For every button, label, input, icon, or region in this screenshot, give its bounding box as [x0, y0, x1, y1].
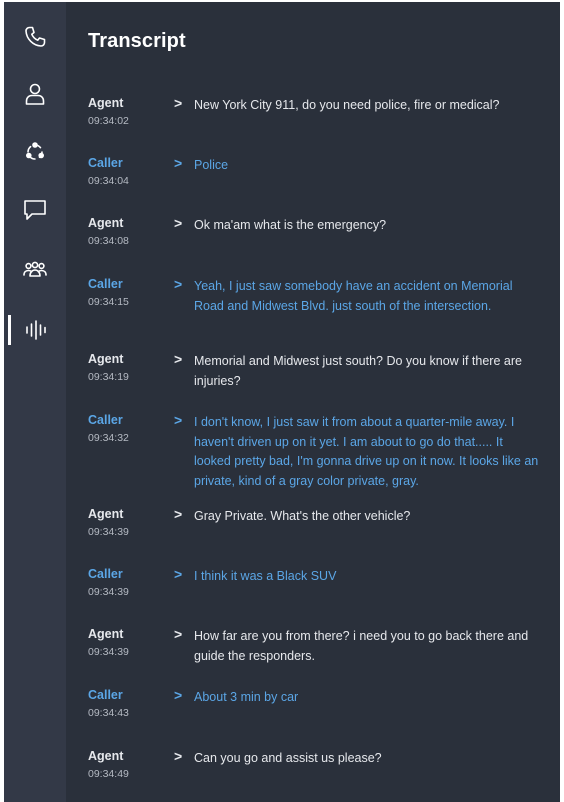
timestamp: 09:34:43 [88, 707, 129, 719]
page-title: Transcript [88, 30, 186, 52]
speaker-label: Agent [88, 96, 124, 110]
speaker-label: Agent [88, 352, 124, 366]
speaker-label: Caller [88, 277, 123, 291]
chevron-right-icon: > [174, 412, 183, 428]
speaker-label: Agent [88, 507, 124, 521]
speaker-label: Caller [88, 567, 123, 581]
chevron-right-icon: > [174, 626, 183, 642]
timestamp: 09:34:08 [88, 235, 129, 247]
sidebar-item-team[interactable] [4, 245, 66, 295]
person-icon [25, 83, 45, 105]
sidebar-item-chat[interactable] [4, 185, 66, 235]
timestamp: 09:34:19 [88, 371, 129, 383]
chevron-right-icon: > [174, 687, 183, 703]
message-text: Ok ma'am what is the emergency? [194, 218, 387, 232]
speaker-label: Caller [88, 688, 123, 702]
timestamp: 09:34:04 [88, 175, 129, 187]
sidebar-item-network[interactable] [4, 127, 66, 177]
speaker-label: Caller [88, 156, 123, 170]
chevron-right-icon: > [174, 276, 183, 292]
message-text: About 3 min by car [194, 690, 299, 704]
timestamp: 09:34:02 [88, 115, 129, 127]
chevron-right-icon: > [174, 506, 183, 522]
chevron-right-icon: > [174, 566, 183, 582]
message-text: I think it was a Black SUV [194, 569, 337, 583]
message-text: Memorial and Midwest just south? Do you … [194, 354, 522, 388]
chat-icon [24, 200, 46, 220]
group-icon [23, 261, 47, 277]
timestamp: 09:34:15 [88, 296, 129, 308]
timestamp: 09:34:39 [88, 526, 129, 538]
speaker-label: Agent [88, 216, 124, 230]
sidebar-item-profile[interactable] [4, 69, 66, 119]
message-text: I don't know, I just saw it from about a… [194, 415, 539, 488]
chevron-right-icon: > [174, 351, 183, 367]
network-icon [26, 142, 45, 160]
message-text: Can you go and assist us please? [194, 751, 382, 765]
speaker-label: Agent [88, 749, 124, 763]
transcript-panel: Transcript Agent 09:34:02 > New York Cit… [66, 2, 560, 802]
timestamp: 09:34:39 [88, 646, 129, 658]
app-window: Transcript Agent 09:34:02 > New York Cit… [4, 2, 560, 802]
chevron-right-icon: > [174, 155, 183, 171]
message-text: New York City 911, do you need police, f… [194, 98, 500, 112]
message-text: Yeah, I just saw somebody have an accide… [194, 279, 513, 313]
sidebar-item-transcript[interactable] [4, 305, 66, 355]
chevron-right-icon: > [174, 95, 183, 111]
timestamp: 09:34:49 [88, 768, 129, 780]
speaker-label: Agent [88, 627, 124, 641]
chevron-right-icon: > [174, 215, 183, 231]
speaker-label: Caller [88, 413, 123, 427]
sidebar [4, 2, 66, 802]
timestamp: 09:34:32 [88, 432, 129, 444]
message-text: How far are you from there? i need you t… [194, 629, 529, 663]
chevron-right-icon: > [174, 748, 183, 764]
message-text: Gray Private. What's the other vehicle? [194, 509, 411, 523]
waveform-icon [26, 320, 46, 340]
timestamp: 09:34:39 [88, 586, 129, 598]
message-text: Police [194, 158, 229, 172]
sidebar-item-calls[interactable] [4, 12, 66, 62]
phone-icon [25, 26, 46, 47]
